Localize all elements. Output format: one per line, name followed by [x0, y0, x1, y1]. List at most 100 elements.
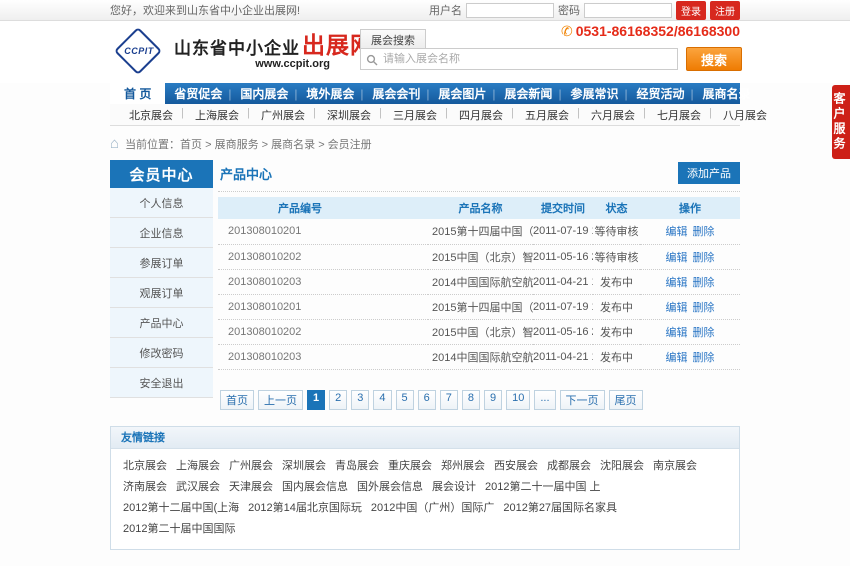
- sidebar-item[interactable]: 修改密码: [110, 338, 213, 368]
- home-icon[interactable]: ⌂: [110, 139, 119, 149]
- friend-link[interactable]: 国内展会信息: [282, 481, 348, 493]
- nav-item[interactable]: 经贸活动: [627, 83, 693, 104]
- friend-link[interactable]: 展会设计: [432, 481, 476, 493]
- sidebar-item[interactable]: 产品中心: [110, 308, 213, 338]
- friend-link[interactable]: 天津展会: [229, 481, 273, 493]
- sidebar-item[interactable]: 企业信息: [110, 218, 213, 248]
- add-product-button[interactable]: 添加产品: [678, 162, 740, 184]
- page-button[interactable]: 1: [307, 390, 325, 410]
- friend-link[interactable]: 2012中国（广州）国际广: [371, 502, 494, 514]
- page-button[interactable]: 下一页: [560, 390, 605, 410]
- delete-link[interactable]: 删除: [693, 277, 715, 289]
- nav-item[interactable]: 展会图片: [429, 83, 495, 104]
- friend-link[interactable]: 深圳展会: [282, 460, 326, 472]
- subnav-item[interactable]: 广州展会: [250, 107, 316, 123]
- product-name: 2015中国（北京）智能手机及苹果周边产品专题展: [428, 319, 533, 344]
- login-area: 用户名 密码 登录 注册: [429, 1, 740, 20]
- friend-link[interactable]: 2012第二十届中国国际: [123, 523, 235, 535]
- friend-link[interactable]: 青岛展会: [335, 460, 379, 472]
- subnav-item[interactable]: 七月展会: [646, 107, 712, 123]
- edit-link[interactable]: 编辑: [665, 277, 687, 289]
- edit-link[interactable]: 编辑: [665, 252, 687, 264]
- friend-link[interactable]: 北京展会: [123, 460, 167, 472]
- username-input[interactable]: [466, 3, 554, 18]
- friend-link[interactable]: 郑州展会: [441, 460, 485, 472]
- phone-number-text: 0531-86168352/86168300: [576, 23, 740, 39]
- page-button[interactable]: 上一页: [258, 390, 303, 410]
- edit-link[interactable]: 编辑: [665, 302, 687, 314]
- nav-item[interactable]: 境外展会: [297, 83, 363, 104]
- subnav-item[interactable]: 五月展会: [514, 107, 580, 123]
- friend-link[interactable]: 国外展会信息: [357, 481, 423, 493]
- sidebar-item[interactable]: 个人信息: [110, 188, 213, 218]
- page-button[interactable]: 尾页: [609, 390, 643, 410]
- page-button[interactable]: 7: [440, 390, 458, 410]
- table-body: 201308010201 2015第十四届中国（北京）消费电子博览会 2011-…: [218, 219, 740, 369]
- friend-link[interactable]: 广州展会: [229, 460, 273, 472]
- delete-link[interactable]: 删除: [693, 302, 715, 314]
- subnav-item[interactable]: 八月展会: [712, 107, 778, 123]
- page-button[interactable]: 5: [396, 390, 414, 410]
- subnav-item[interactable]: 六月展会: [580, 107, 646, 123]
- main-nav: 首 页省贸促会国内展会境外展会展会会刊展会图片展会新闻参展常识经贸活动展商名录: [110, 83, 740, 104]
- friend-link[interactable]: 沈阳展会: [600, 460, 644, 472]
- subnav-item[interactable]: 深圳展会: [316, 107, 382, 123]
- nav-item[interactable]: 首 页: [110, 83, 165, 104]
- friend-link[interactable]: 2012第二十一届中国 上: [485, 481, 601, 493]
- edit-link[interactable]: 编辑: [665, 352, 687, 364]
- site-logo[interactable]: CCPIT 山东省中小企业 出展网 www.ccpit.org: [110, 27, 374, 77]
- friend-link[interactable]: 2012第十二届中国(上海: [123, 502, 239, 514]
- sidebar-item[interactable]: 参展订单: [110, 248, 213, 278]
- logo-ccpit-text: CCPIT: [110, 46, 168, 56]
- page: 您好，欢迎来到山东省中小企业出展网! 用户名 密码 登录 注册 CCPIT 山东…: [0, 0, 850, 566]
- nav-item[interactable]: 国内展会: [231, 83, 297, 104]
- page-button[interactable]: 8: [462, 390, 480, 410]
- delete-link[interactable]: 删除: [693, 352, 715, 364]
- sidebar-item[interactable]: 安全退出: [110, 368, 213, 398]
- search-button[interactable]: 搜索: [686, 47, 742, 71]
- page-button[interactable]: 4: [373, 390, 391, 410]
- nav-item[interactable]: 展商名录: [693, 83, 759, 104]
- sidebar-item[interactable]: 观展订单: [110, 278, 213, 308]
- nav-item[interactable]: 展会会刊: [363, 83, 429, 104]
- password-input[interactable]: [584, 3, 672, 18]
- product-id: 201308010203: [218, 269, 428, 294]
- site-name: 山东省中小企业: [174, 40, 300, 57]
- page-button[interactable]: 3: [351, 390, 369, 410]
- page-button[interactable]: ...: [534, 390, 555, 410]
- table-row: 201308010202 2015中国（北京）智能手机及苹果周边产品专题展 20…: [218, 244, 740, 269]
- edit-link[interactable]: 编辑: [665, 226, 687, 238]
- friend-link[interactable]: 武汉展会: [176, 481, 220, 493]
- friend-link[interactable]: 南京展会: [653, 460, 697, 472]
- page-button[interactable]: 9: [484, 390, 502, 410]
- login-button[interactable]: 登录: [676, 1, 706, 20]
- nav-item[interactable]: 展会新闻: [495, 83, 561, 104]
- page-button[interactable]: 6: [418, 390, 436, 410]
- delete-link[interactable]: 删除: [693, 226, 715, 238]
- friend-link[interactable]: 西安展会: [494, 460, 538, 472]
- page-button[interactable]: 10: [506, 390, 530, 410]
- nav-item[interactable]: 参展常识: [561, 83, 627, 104]
- customer-service-tab[interactable]: 客户服务: [832, 85, 850, 159]
- exhibition-search-input[interactable]: [361, 49, 677, 69]
- subnav-item[interactable]: 北京展会: [118, 107, 184, 123]
- sub-nav: 北京展会上海展会广州展会深圳展会三月展会四月展会五月展会六月展会七月展会八月展会: [110, 104, 740, 126]
- friend-link[interactable]: 济南展会: [123, 481, 167, 493]
- friend-link[interactable]: 2012第14届北京国际玩: [248, 502, 362, 514]
- friend-link[interactable]: 上海展会: [176, 460, 220, 472]
- search-tab[interactable]: 展会搜索: [360, 29, 426, 50]
- nav-item[interactable]: 省贸促会: [165, 83, 231, 104]
- delete-link[interactable]: 删除: [693, 327, 715, 339]
- subnav-item[interactable]: 四月展会: [448, 107, 514, 123]
- friend-link[interactable]: 重庆展会: [388, 460, 432, 472]
- edit-link[interactable]: 编辑: [665, 327, 687, 339]
- subnav-item[interactable]: 上海展会: [184, 107, 250, 123]
- register-button[interactable]: 注册: [710, 1, 740, 20]
- friend-link[interactable]: 成都展会: [547, 460, 591, 472]
- friend-link[interactable]: 2012第27届国际名家具: [503, 502, 617, 514]
- subnav-item[interactable]: 三月展会: [382, 107, 448, 123]
- product-id: 201308010202: [218, 244, 428, 269]
- page-button[interactable]: 首页: [220, 390, 254, 410]
- delete-link[interactable]: 删除: [693, 252, 715, 264]
- page-button[interactable]: 2: [329, 390, 347, 410]
